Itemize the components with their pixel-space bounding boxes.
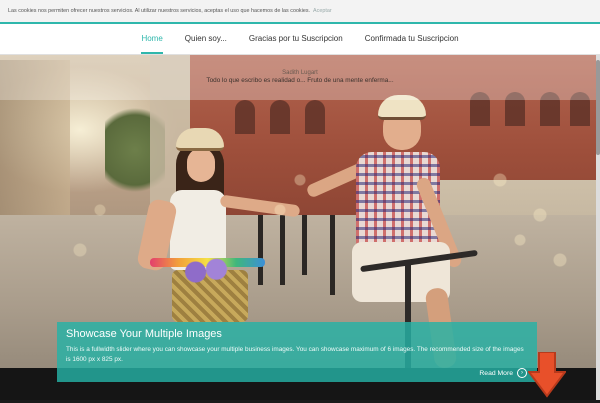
nav-item-home[interactable]: Home (130, 24, 173, 54)
arrow-down-icon (527, 351, 567, 398)
scroll-down-arrow-button[interactable] (527, 351, 567, 398)
cookie-notice-bar: Las cookies nos permiten ofrecer nuestro… (0, 0, 600, 24)
site-author: Sadith Lugart (282, 70, 318, 76)
read-more-label: Read More (479, 369, 513, 377)
slider-title: Showcase Your Multiple Images (66, 328, 222, 340)
site-tagline: Todo lo que escribo es realidad o... Fru… (206, 77, 394, 84)
cookie-accept-link[interactable]: Aceptar (313, 8, 332, 14)
nav-item-gracias-suscripcion[interactable]: Gracias por tu Suscripcion (238, 24, 354, 54)
arrow-right-circle-icon: › (517, 368, 527, 378)
slider-caption: Showcase Your Multiple Images This is a … (57, 322, 537, 382)
read-more-link[interactable]: Read More › (479, 368, 527, 378)
nav-item-confirmada-suscripcion[interactable]: Confirmada tu Suscripcion (354, 24, 470, 54)
slider-description: This is a fullwidth slider where you can… (66, 346, 524, 363)
nav-item-quien-soy[interactable]: Quien soy... (174, 24, 238, 54)
cookie-message: Las cookies nos permiten ofrecer nuestro… (8, 8, 311, 14)
main-navigation: Home Quien soy... Gracias por tu Suscrip… (0, 24, 600, 55)
page-scrollbar-thumb[interactable] (596, 60, 600, 155)
